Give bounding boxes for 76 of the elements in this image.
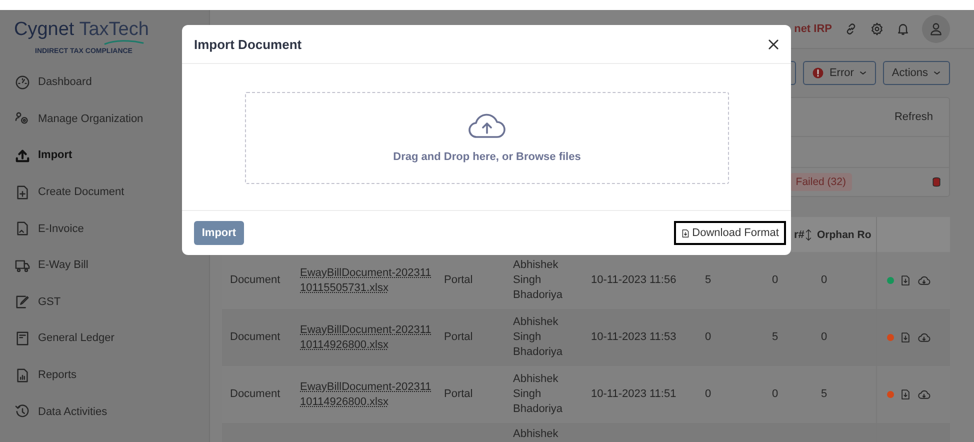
file-drop-zone[interactable]: Drag and Drop here, or Browse files bbox=[245, 92, 729, 184]
signed-document-icon bbox=[15, 294, 30, 310]
brand-name: Cygnet bbox=[14, 20, 74, 40]
table-cell: 0 bbox=[772, 387, 778, 402]
dialog-title: Import Document bbox=[194, 36, 302, 52]
actions-button[interactable]: Actions bbox=[882, 61, 950, 85]
upload-icon bbox=[15, 148, 30, 163]
table-cell: 0 bbox=[772, 273, 778, 288]
link-icon bbox=[844, 22, 858, 36]
table-cell-text: Abhishek Singh Bhadoriya bbox=[513, 315, 564, 360]
swoosh-icon bbox=[104, 40, 144, 45]
file-download-icon bbox=[900, 331, 911, 344]
table-cell: Portal bbox=[444, 330, 473, 345]
book-icon bbox=[15, 330, 30, 346]
table-cell: 10-11-2023 11:53 bbox=[591, 330, 676, 345]
history-icon bbox=[15, 404, 30, 420]
organization-name: net IRP bbox=[794, 23, 832, 35]
refresh-link[interactable]: Refresh bbox=[894, 111, 933, 123]
cloud-upload-icon bbox=[468, 113, 506, 139]
file-download-icon bbox=[681, 228, 690, 238]
table-cell: Document bbox=[230, 387, 280, 402]
table-cell: Portal bbox=[444, 387, 473, 402]
table-cell: Document bbox=[230, 330, 280, 345]
table-cell: Portal bbox=[444, 273, 473, 288]
table-cell: Abhishek bbox=[513, 427, 558, 442]
sidebar-item[interactable]: Import bbox=[0, 137, 209, 174]
cloud-download-icon bbox=[917, 388, 931, 400]
file-icon bbox=[15, 221, 30, 236]
download-format-link[interactable]: Download Format bbox=[674, 221, 786, 245]
people-gear-icon bbox=[15, 111, 30, 126]
file-link[interactable]: EwayBillDocument-20231110114926800.xlsx bbox=[300, 380, 436, 410]
sort-icon bbox=[805, 228, 812, 240]
failed-status-badge[interactable]: Failed (32) bbox=[790, 173, 852, 191]
file-link[interactable]: EwayBillDocument-20231110115505731.xlsx bbox=[300, 266, 436, 296]
gauge-icon bbox=[15, 74, 30, 90]
cloud-download-icon bbox=[917, 274, 931, 286]
close-icon[interactable] bbox=[768, 38, 779, 50]
drop-zone-text: Drag and Drop here, or Browse files bbox=[393, 151, 581, 163]
file-download-icon bbox=[900, 274, 911, 287]
column-header: Orphan Ro bbox=[816, 228, 872, 242]
error-icon bbox=[812, 67, 824, 79]
sidebar-item[interactable]: Data Activities bbox=[0, 393, 209, 430]
table-cell: 5 bbox=[705, 273, 712, 288]
table-cell: 0 bbox=[821, 273, 828, 288]
chart-file-icon bbox=[15, 368, 30, 383]
table-cell-text: Abhishek Singh Bhadoriya bbox=[513, 372, 564, 417]
sidebar-item[interactable]: Dashboard bbox=[0, 64, 209, 101]
table-cell: 0 bbox=[705, 387, 712, 402]
sidebar-item[interactable]: E-Way Bill bbox=[0, 246, 209, 284]
caret-icon bbox=[933, 69, 941, 77]
person-icon bbox=[929, 22, 943, 36]
table-cell-text: Abhishek Singh Bhadoriya bbox=[513, 258, 564, 303]
settings-icon bbox=[870, 22, 884, 36]
database-icon bbox=[932, 177, 941, 187]
sidebar-item[interactable]: Reports bbox=[0, 356, 209, 394]
sidebar-item[interactable]: Create Document bbox=[0, 174, 209, 210]
sidebar-item[interactable]: GST bbox=[0, 284, 209, 320]
brand-name-suffix: TaxTech bbox=[79, 20, 149, 40]
user-avatar[interactable] bbox=[922, 15, 950, 43]
table-cell: Document bbox=[230, 273, 280, 288]
notification-bell-icon bbox=[896, 22, 910, 36]
file-link[interactable]: EwayBillDocument-20231110114926800.xlsx bbox=[300, 322, 436, 352]
sidebar-item[interactable]: General Ledger bbox=[0, 320, 209, 357]
file-plus-icon bbox=[15, 184, 30, 200]
error-filter-button[interactable]: Error bbox=[803, 61, 876, 85]
truck-icon bbox=[15, 258, 30, 273]
table-cell: 0 bbox=[705, 330, 712, 345]
caret-icon bbox=[858, 69, 867, 77]
table-cell: 5 bbox=[821, 387, 828, 402]
table-cell: 0 bbox=[821, 330, 828, 345]
table-cell: 10-11-2023 11:51 bbox=[591, 387, 676, 402]
file-download-icon bbox=[900, 388, 911, 401]
sidebar-item[interactable]: Manage Organization bbox=[0, 100, 209, 138]
table-cell: 5 bbox=[772, 330, 778, 345]
cloud-download-icon bbox=[917, 332, 931, 344]
table-cell: 10-11-2023 11:56 bbox=[591, 273, 676, 288]
